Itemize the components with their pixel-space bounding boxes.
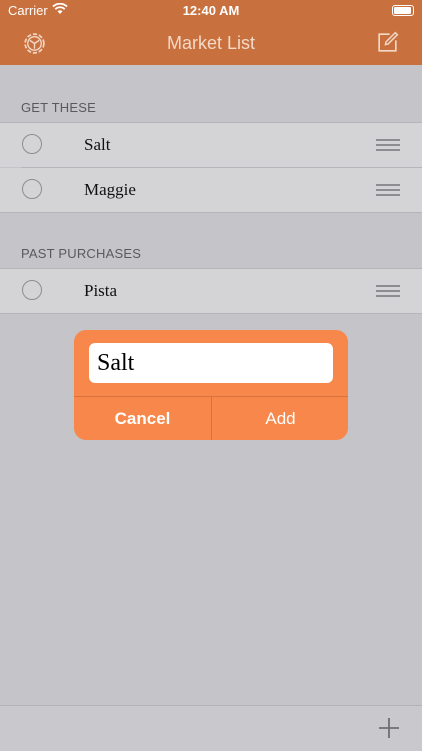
list-item[interactable]: Salt <box>0 123 422 167</box>
navigation-bar: Market List <box>0 22 422 65</box>
add-item-dialog: Salt Cancel Add <box>74 330 348 440</box>
item-name-input[interactable]: Salt <box>89 343 333 383</box>
checkbox-circle-icon[interactable] <box>22 280 42 300</box>
page-title: Market List <box>166 33 256 53</box>
checkbox-circle-icon[interactable] <box>22 179 42 199</box>
section-header-get-these: GET THESE <box>21 100 97 115</box>
section-divider <box>0 212 422 213</box>
list-item[interactable]: Pista <box>0 269 422 313</box>
compose-icon[interactable] <box>375 30 400 55</box>
section-header-past-purchases: PAST PURCHASES <box>21 246 142 261</box>
section-divider <box>0 313 422 314</box>
reorder-handle-icon[interactable] <box>376 139 400 151</box>
item-label: Maggie <box>84 180 136 199</box>
reorder-handle-icon[interactable] <box>376 184 400 196</box>
status-bar: Carrier 12:40 AM <box>0 0 422 22</box>
item-label: Pista <box>84 281 118 300</box>
cancel-button[interactable]: Cancel <box>74 397 211 440</box>
list-item[interactable]: Maggie <box>0 168 422 212</box>
add-button[interactable]: Add <box>212 397 348 440</box>
plus-icon[interactable] <box>378 717 400 739</box>
bottom-toolbar <box>0 705 422 751</box>
item-label: Salt <box>84 135 111 154</box>
battery-icon <box>392 5 414 16</box>
status-time: 12:40 AM <box>182 3 240 18</box>
reorder-handle-icon[interactable] <box>376 285 400 297</box>
checkbox-circle-icon[interactable] <box>22 134 42 154</box>
